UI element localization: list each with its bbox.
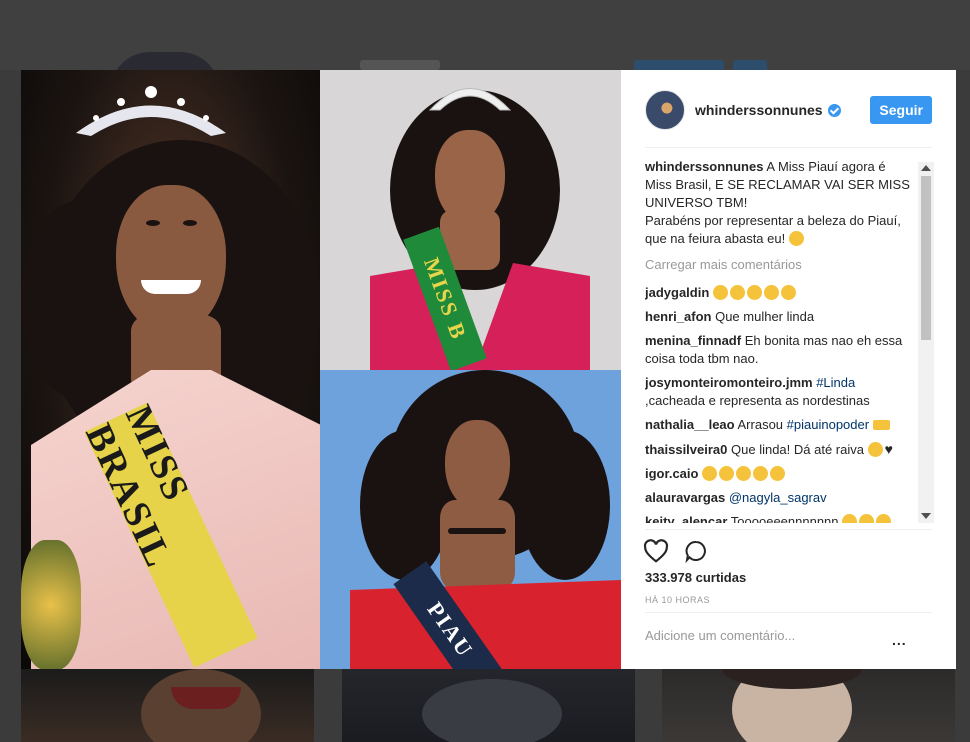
comment-username[interactable]: jadygaldin [645, 285, 709, 300]
comments-list: whinderssonnunes A Miss Piauí agora é Mi… [645, 158, 913, 523]
comment-username[interactable]: keity_alencar [645, 514, 727, 523]
comment-row: menina_finnadf Eh bonita mas nao eh essa… [645, 332, 913, 368]
scroll-thumb[interactable] [921, 176, 931, 340]
caption: whinderssonnunes A Miss Piauí agora é Mi… [645, 158, 913, 248]
background-grid-thumbnail[interactable] [662, 669, 955, 742]
comment-username[interactable]: menina_finnadf [645, 333, 741, 348]
laugh-emoji-icon [746, 285, 762, 300]
clap-emoji-icon [859, 514, 875, 523]
comment-row: josymonteiromonteiro.jmm #Linda ,cacheada… [645, 374, 913, 410]
verified-badge-icon [827, 103, 841, 117]
caption-username[interactable]: whinderssonnunes [645, 159, 763, 174]
comment-username[interactable]: thaissilveira0 [645, 442, 727, 457]
caption-text-2: Parabéns por representar a beleza do Pia… [645, 213, 901, 246]
clap-emoji-icon [719, 466, 735, 481]
background-profile-name [360, 60, 440, 70]
clap-emoji-icon [753, 466, 769, 481]
post-header: whinderssonnunes Seguir [645, 88, 932, 132]
add-comment-input[interactable] [645, 628, 885, 643]
comment-text: Que linda! Dá até raiva [731, 442, 864, 457]
actions-divider [645, 529, 932, 530]
more-options-button[interactable]: ... [892, 632, 907, 648]
comment-hashtag-link[interactable]: #Linda [816, 375, 855, 390]
post-actions [643, 536, 709, 566]
comment-text: Tooooeeennnnnnn [730, 514, 839, 523]
post-modal: MISS BRASIL MISS B PIAU whinderssonnunes… [21, 70, 956, 669]
love-emoji-icon [770, 466, 786, 481]
comment-username[interactable]: josymonteiromonteiro.jmm [645, 375, 813, 390]
background-grid-thumbnail[interactable] [342, 669, 635, 742]
add-comment-divider [645, 612, 932, 613]
comment-row: keity_alencar Tooooeeennnnnnn [645, 513, 913, 523]
laugh-emoji-icon [780, 285, 796, 300]
comment-username[interactable]: alauravargas [645, 490, 725, 505]
laugh-emoji-icon [712, 285, 728, 300]
heart-emoji-icon: ♥ [884, 441, 893, 457]
load-more-comments-link[interactable]: Carregar mais comentários [645, 256, 913, 274]
clap-emoji-icon [702, 466, 718, 481]
comment-text: Que mulher linda [715, 309, 815, 324]
avatar[interactable] [645, 90, 685, 130]
comment-row: henri_afon Que mulher linda [645, 308, 913, 326]
follow-button[interactable]: Seguir [870, 96, 932, 124]
background-follow-button [634, 60, 724, 70]
laugh-emoji-icon [729, 285, 745, 300]
scroll-down-arrow-icon[interactable] [921, 513, 931, 519]
clap-emoji-icon [736, 466, 752, 481]
photo-bottom-right-panel: PIAU [320, 370, 621, 669]
photo-left-panel: MISS BRASIL [21, 70, 320, 669]
header-divider [645, 147, 932, 148]
speech-bubble-icon[interactable] [683, 539, 709, 563]
post-side-panel: whinderssonnunes Seguir whinderssonnunes… [621, 70, 956, 669]
scroll-up-arrow-icon[interactable] [921, 165, 931, 171]
laugh-emoji-icon [867, 442, 883, 457]
background-grid-thumbnail[interactable] [21, 669, 314, 742]
comment-hashtag-link[interactable]: #piauinopoder [787, 417, 869, 432]
comment-hashtag-link[interactable]: @nagyla_sagrav [729, 490, 827, 505]
photo-top-right-panel: MISS B [320, 70, 621, 370]
clap-emoji-icon [876, 514, 892, 523]
comment-row: thaissilveira0 Que linda! Dá até raiva ♥ [645, 440, 913, 459]
laugh-emoji-icon [763, 285, 779, 300]
comment-row: alauravargas @nagyla_sagrav [645, 489, 913, 507]
like-count[interactable]: 333.978 curtidas [645, 570, 746, 585]
comment-username[interactable]: igor.caio [645, 466, 698, 481]
comment-text: Arrasou [737, 417, 784, 432]
heart-outline-icon[interactable] [643, 539, 669, 563]
post-photo[interactable]: MISS BRASIL MISS B PIAU [21, 70, 621, 669]
post-author[interactable]: whinderssonnunes [695, 102, 841, 118]
comment-row: nathalia__leao Arrasou #piauinopoder [645, 416, 913, 434]
background-dropdown-button [733, 60, 767, 70]
post-author-name[interactable]: whinderssonnunes [695, 102, 823, 118]
comment-username[interactable]: nathalia__leao [645, 417, 735, 432]
comment-row: igor.caio [645, 465, 913, 483]
post-timestamp[interactable]: HÁ 10 HORAS [645, 595, 710, 605]
clap-emoji-icon [842, 514, 858, 523]
comment-username[interactable]: henri_afon [645, 309, 711, 324]
comment-row: jadygaldin [645, 284, 913, 302]
comments-scrollbar[interactable] [918, 162, 934, 523]
laughing-emoji-icon [788, 231, 804, 246]
crown-emoji-icon [872, 420, 890, 430]
comment-text: ,cacheada e representa as nordestinas [645, 393, 870, 408]
